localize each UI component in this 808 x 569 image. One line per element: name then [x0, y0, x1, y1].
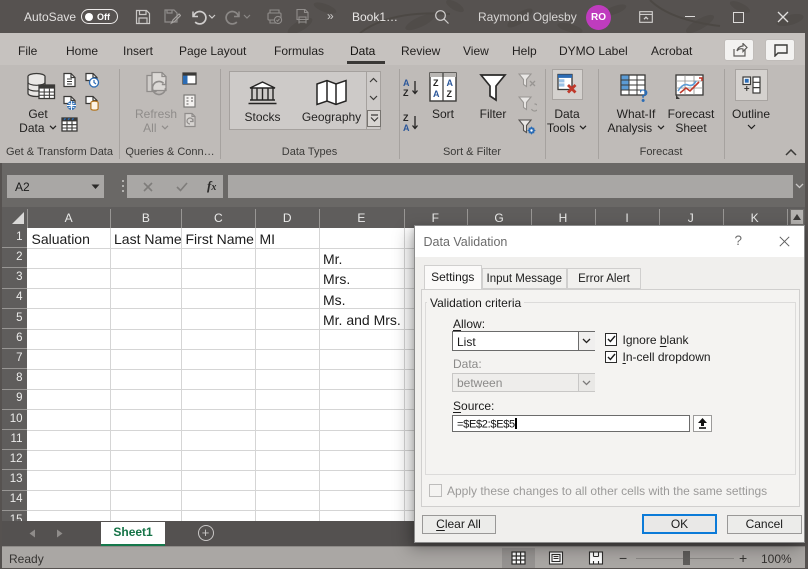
svg-text:Z: Z	[403, 113, 409, 123]
svg-text:?: ?	[639, 86, 649, 103]
svg-text:A: A	[403, 78, 410, 88]
svg-text:A: A	[433, 89, 440, 99]
svg-text:Z: Z	[433, 78, 439, 88]
svg-text:Z: Z	[447, 89, 453, 99]
svg-text:A: A	[447, 78, 454, 88]
svg-text:A: A	[403, 123, 410, 132]
svg-text:Z: Z	[403, 88, 409, 97]
